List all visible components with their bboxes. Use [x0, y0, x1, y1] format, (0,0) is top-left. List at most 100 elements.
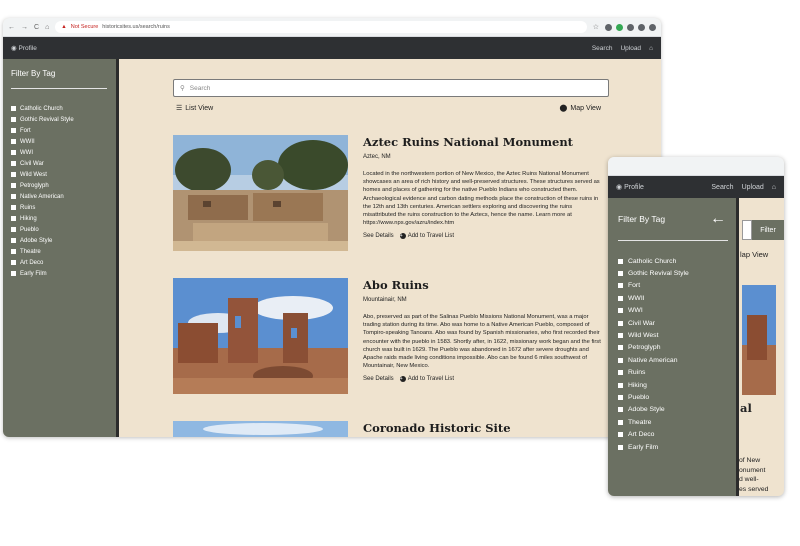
checkbox-icon[interactable]: [618, 333, 623, 339]
checkbox-icon[interactable]: [618, 444, 623, 450]
checkbox-icon[interactable]: [618, 432, 623, 438]
checkbox-icon[interactable]: [11, 183, 16, 188]
tag-filter-item[interactable]: Theatre: [11, 246, 108, 257]
result-title[interactable]: Abo Ruins: [363, 278, 605, 292]
bookmark-star-icon[interactable]: ☆: [593, 23, 599, 31]
tag-filter-item[interactable]: Adobe Style: [618, 404, 726, 416]
forward-icon[interactable]: →: [21, 24, 28, 31]
checkbox-icon[interactable]: [618, 320, 623, 326]
filter-button[interactable]: Filter: [752, 220, 784, 240]
profile-avatar-icon[interactable]: [638, 23, 645, 31]
tag-filter-item[interactable]: WWI: [11, 147, 108, 158]
add-travel-list-button[interactable]: + Add to Travel List: [399, 376, 454, 383]
checkbox-icon[interactable]: [618, 271, 623, 277]
upload-link[interactable]: Upload: [742, 184, 764, 191]
tag-filter-item[interactable]: Civil War: [618, 317, 726, 329]
tag-filter-item[interactable]: Adobe Style: [11, 235, 108, 246]
checkbox-icon[interactable]: [618, 382, 623, 388]
tag-filter-item[interactable]: Ruins: [11, 202, 108, 213]
checkbox-icon[interactable]: [618, 357, 623, 363]
extension-icon[interactable]: [616, 23, 623, 31]
checkbox-icon[interactable]: [618, 394, 623, 400]
checkbox-icon[interactable]: [11, 238, 16, 243]
checkbox-icon[interactable]: [618, 295, 623, 301]
tag-filter-item[interactable]: WWII: [618, 292, 726, 304]
close-drawer-arrow-icon[interactable]: ←: [710, 210, 726, 228]
extension-icon[interactable]: [605, 23, 612, 31]
address-bar[interactable]: ▲ Not Secure historicsites.us/search/rui…: [55, 21, 587, 33]
search-input[interactable]: [742, 220, 752, 240]
tag-filter-item[interactable]: Native American: [11, 191, 108, 202]
result-photo[interactable]: [173, 278, 348, 394]
home-icon[interactable]: ⌂: [45, 24, 49, 31]
upload-link[interactable]: Upload: [620, 45, 641, 52]
checkbox-icon[interactable]: [618, 308, 623, 314]
checkbox-icon[interactable]: [11, 150, 16, 155]
tag-filter-item[interactable]: Theatre: [618, 416, 726, 428]
checkbox-icon[interactable]: [11, 117, 16, 122]
checkbox-icon[interactable]: [618, 370, 623, 376]
tag-filter-item[interactable]: Pueblo: [618, 391, 726, 403]
checkbox-icon[interactable]: [11, 139, 16, 144]
result-photo[interactable]: [173, 135, 348, 251]
profile-link[interactable]: ◉ Profile: [11, 44, 37, 52]
checkbox-icon[interactable]: [11, 172, 16, 177]
map-view-button[interactable]: lap View: [740, 250, 768, 259]
tag-filter-item[interactable]: Art Deco: [11, 257, 108, 268]
checkbox-icon[interactable]: [11, 227, 16, 232]
result-title[interactable]: al: [740, 401, 752, 415]
tag-filter-item[interactable]: Fort: [11, 125, 108, 136]
profile-link[interactable]: ◉ Profile: [616, 183, 644, 191]
home-icon[interactable]: ⌂: [649, 45, 653, 52]
checkbox-icon[interactable]: [11, 161, 16, 166]
tag-filter-item[interactable]: Wild West: [618, 329, 726, 341]
map-view-button[interactable]: ⬤ Map View: [560, 104, 601, 113]
tag-filter-item[interactable]: Pueblo: [11, 224, 108, 235]
tag-filter-item[interactable]: Native American: [618, 354, 726, 366]
menu-icon[interactable]: [649, 23, 656, 31]
tag-filter-item[interactable]: Civil War: [11, 158, 108, 169]
result-title[interactable]: Aztec Ruins National Monument: [363, 135, 605, 149]
add-travel-list-button[interactable]: + Add to Travel List: [399, 233, 454, 240]
tag-filter-item[interactable]: Petroglyph: [11, 180, 108, 191]
tag-filter-item[interactable]: Early Film: [618, 441, 726, 453]
home-icon[interactable]: ⌂: [772, 184, 776, 191]
checkbox-icon[interactable]: [618, 258, 623, 264]
tag-filter-item[interactable]: Hiking: [11, 213, 108, 224]
reload-icon[interactable]: C: [34, 24, 39, 31]
checkbox-icon[interactable]: [11, 106, 16, 111]
checkbox-icon[interactable]: [11, 216, 16, 221]
list-view-button[interactable]: ☰ List View: [176, 104, 213, 113]
checkbox-icon[interactable]: [11, 271, 16, 276]
checkbox-icon[interactable]: [618, 345, 623, 351]
tag-filter-item[interactable]: Early Film: [11, 268, 108, 279]
tag-filter-item[interactable]: Catholic Church: [11, 103, 108, 114]
checkbox-icon[interactable]: [11, 128, 16, 133]
checkbox-icon[interactable]: [618, 283, 623, 289]
tag-filter-item[interactable]: WWII: [11, 136, 108, 147]
search-link[interactable]: Search: [592, 45, 613, 52]
tag-filter-item[interactable]: Catholic Church: [618, 255, 726, 267]
result-title[interactable]: Coronado Historic Site: [363, 421, 605, 435]
result-photo[interactable]: [742, 285, 776, 395]
see-details-link[interactable]: See Details: [363, 376, 394, 382]
search-link[interactable]: Search: [711, 184, 733, 191]
checkbox-icon[interactable]: [618, 407, 623, 413]
tag-filter-item[interactable]: Art Deco: [618, 428, 726, 440]
tag-filter-item[interactable]: WWI: [618, 305, 726, 317]
back-icon[interactable]: ←: [8, 24, 15, 31]
checkbox-icon[interactable]: [11, 249, 16, 254]
tag-filter-item[interactable]: Gothic Revival Style: [618, 267, 726, 279]
tag-filter-item[interactable]: Petroglyph: [618, 342, 726, 354]
tag-filter-item[interactable]: Fort: [618, 280, 726, 292]
checkbox-icon[interactable]: [11, 194, 16, 199]
checkbox-icon[interactable]: [618, 419, 623, 425]
puzzle-icon[interactable]: [627, 23, 634, 31]
tag-filter-item[interactable]: Ruins: [618, 367, 726, 379]
result-photo[interactable]: [173, 421, 348, 437]
tag-filter-item[interactable]: Wild West: [11, 169, 108, 180]
tag-filter-item[interactable]: Gothic Revival Style: [11, 114, 108, 125]
search-input[interactable]: ⚲ Search: [173, 79, 609, 97]
checkbox-icon[interactable]: [11, 205, 16, 210]
see-details-link[interactable]: See Details: [363, 233, 394, 239]
